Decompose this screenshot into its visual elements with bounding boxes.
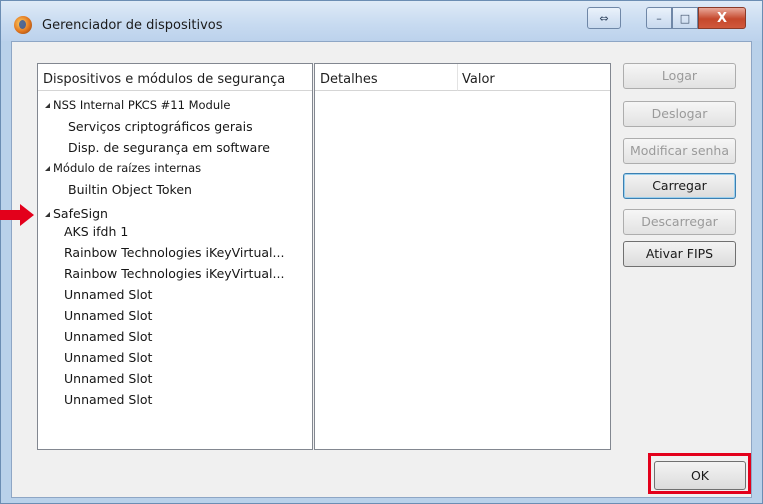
ok-highlight-annotation	[648, 453, 751, 494]
expanded-triangle-icon[interactable]	[45, 103, 50, 108]
tree-item-label: Disp. de segurança em software	[68, 140, 270, 155]
arrow-shape	[0, 204, 34, 226]
login-button-label: Logar	[661, 68, 698, 83]
expanded-triangle-icon[interactable]	[45, 166, 50, 171]
tree-item[interactable]: Unnamed Slot	[38, 326, 312, 347]
tree-item[interactable]: Unnamed Slot	[38, 368, 312, 389]
tree-item-nss-module[interactable]: NSS Internal PKCS #11 Module	[38, 95, 312, 116]
tree-item-root-module[interactable]: Módulo de raízes internas	[38, 158, 312, 179]
minimize-button[interactable]: –	[646, 7, 672, 29]
tree-item[interactable]: Rainbow Technologies iKeyVirtual...	[38, 263, 312, 284]
tree-item-safesign[interactable]: SafeSign	[38, 200, 312, 223]
tree-item-label: Módulo de raízes internas	[53, 161, 202, 175]
load-button-label: Carregar	[652, 178, 707, 193]
tree-item-label: Rainbow Technologies iKeyVirtual...	[64, 245, 285, 260]
enable-fips-button[interactable]: Ativar FIPS	[623, 241, 736, 267]
devices-tree: NSS Internal PKCS #11 Module Serviços cr…	[38, 95, 312, 410]
logout-button-label: Deslogar	[651, 106, 708, 121]
tree-item-label: Unnamed Slot	[64, 329, 153, 344]
tree-item-label: AKS ifdh 1	[64, 224, 129, 239]
tree-item-label: Unnamed Slot	[64, 287, 153, 302]
unload-button[interactable]: Descarregar	[623, 209, 736, 235]
enable-fips-button-label: Ativar FIPS	[645, 246, 714, 261]
tree-item-label: Unnamed Slot	[64, 392, 153, 407]
tree-item-label: Unnamed Slot	[64, 308, 153, 323]
resize-icon[interactable]: ⇔	[587, 7, 621, 29]
tree-item[interactable]: Rainbow Technologies iKeyVirtual...	[38, 242, 312, 263]
caption-buttons: ⇔ – □ X	[584, 7, 754, 33]
red-arrow-annotation	[0, 204, 34, 226]
tree-item[interactable]: Disp. de segurança em software	[38, 137, 312, 158]
close-button[interactable]: X	[698, 7, 746, 29]
change-password-button-label: Modificar senha	[629, 143, 730, 158]
window-title: Gerenciador de dispositivos	[42, 18, 223, 33]
value-column-header[interactable]: Valor	[458, 64, 610, 91]
tree-item-label: Builtin Object Token	[68, 182, 192, 197]
tree-item-label: Unnamed Slot	[64, 350, 153, 365]
tree-item-label: NSS Internal PKCS #11 Module	[53, 98, 231, 112]
details-panel[interactable]: Detalhes Valor	[314, 63, 611, 450]
unload-button-label: Descarregar	[641, 214, 718, 229]
load-button[interactable]: Carregar	[623, 173, 736, 199]
tree-item[interactable]: Unnamed Slot	[38, 284, 312, 305]
tree-item[interactable]: Unnamed Slot	[38, 389, 312, 410]
devices-tree-panel[interactable]: Dispositivos e módulos de segurança NSS …	[37, 63, 313, 450]
tree-item[interactable]: Unnamed Slot	[38, 347, 312, 368]
logout-button[interactable]: Deslogar	[623, 101, 736, 127]
tree-item-label: SafeSign	[53, 206, 108, 221]
dialog-client-area: Dispositivos e módulos de segurança NSS …	[11, 41, 752, 498]
devices-column-header[interactable]: Dispositivos e módulos de segurança	[38, 64, 312, 91]
tree-item[interactable]: Builtin Object Token	[38, 179, 312, 200]
tree-item[interactable]: Serviços criptográficos gerais	[38, 116, 312, 137]
login-button[interactable]: Logar	[623, 63, 736, 89]
title-bar[interactable]: Gerenciador de dispositivos ⇔ – □ X	[1, 1, 762, 41]
tree-item-label: Serviços criptográficos gerais	[68, 119, 253, 134]
change-password-button[interactable]: Modificar senha	[623, 138, 736, 164]
maximize-button[interactable]: □	[672, 7, 698, 29]
device-manager-window: Gerenciador de dispositivos ⇔ – □ X Disp…	[0, 0, 763, 504]
tree-item[interactable]: Unnamed Slot	[38, 305, 312, 326]
firefox-icon	[14, 16, 32, 34]
details-column-header[interactable]: Detalhes	[315, 64, 458, 91]
expanded-triangle-icon[interactable]	[45, 212, 50, 217]
tree-item[interactable]: AKS ifdh 1	[38, 223, 312, 242]
tree-item-label: Rainbow Technologies iKeyVirtual...	[64, 266, 285, 281]
tree-item-label: Unnamed Slot	[64, 371, 153, 386]
